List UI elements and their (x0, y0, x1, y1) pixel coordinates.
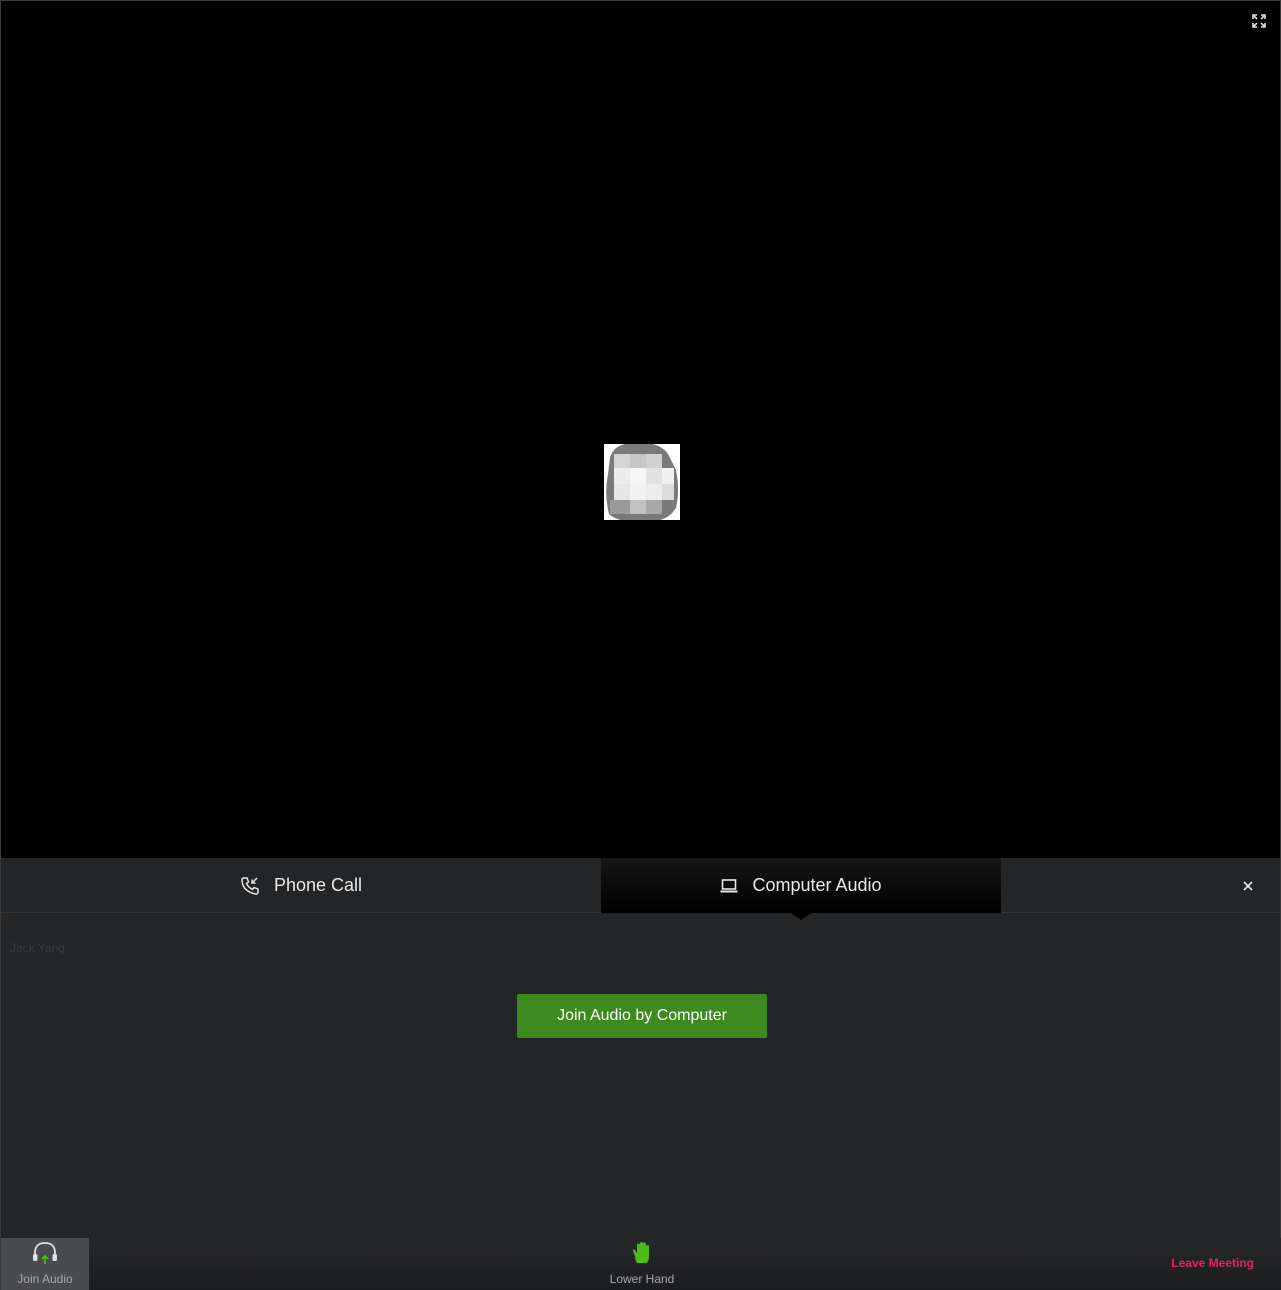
fullscreen-icon[interactable] (1252, 14, 1266, 28)
tab-computer-audio-label: Computer Audio (752, 875, 882, 895)
join-audio-button[interactable]: Join Audio (1, 1238, 89, 1290)
meeting-toolbar: Join Audio Lower Hand Leave Meeting (0, 1238, 1281, 1290)
tab-phone-call[interactable]: Phone Call (1, 858, 601, 913)
headphones-icon (32, 1241, 58, 1268)
phone-call-icon (240, 876, 260, 896)
participant-name: Jack Yang (10, 941, 65, 955)
leave-meeting-button[interactable]: Leave Meeting (1171, 1256, 1254, 1270)
lower-hand-label: Lower Hand (609, 1272, 675, 1286)
participant-avatar (604, 444, 680, 520)
hand-icon (630, 1241, 654, 1268)
close-icon[interactable] (1240, 878, 1256, 894)
join-audio-by-computer-button[interactable]: Join Audio by Computer (517, 994, 767, 1038)
tab-phone-call-label: Phone Call (273, 875, 363, 895)
video-area (0, 0, 1281, 858)
join-audio-panel: Phone Call Computer Audio Jack Yang Join… (0, 858, 1281, 1238)
lower-hand-button[interactable]: Lower Hand (597, 1238, 687, 1290)
laptop-icon (720, 878, 738, 894)
join-audio-label: Join Audio (17, 1272, 73, 1286)
audio-tab-bar: Phone Call Computer Audio (1, 858, 1280, 920)
tab-computer-audio[interactable]: Computer Audio (601, 858, 1001, 920)
